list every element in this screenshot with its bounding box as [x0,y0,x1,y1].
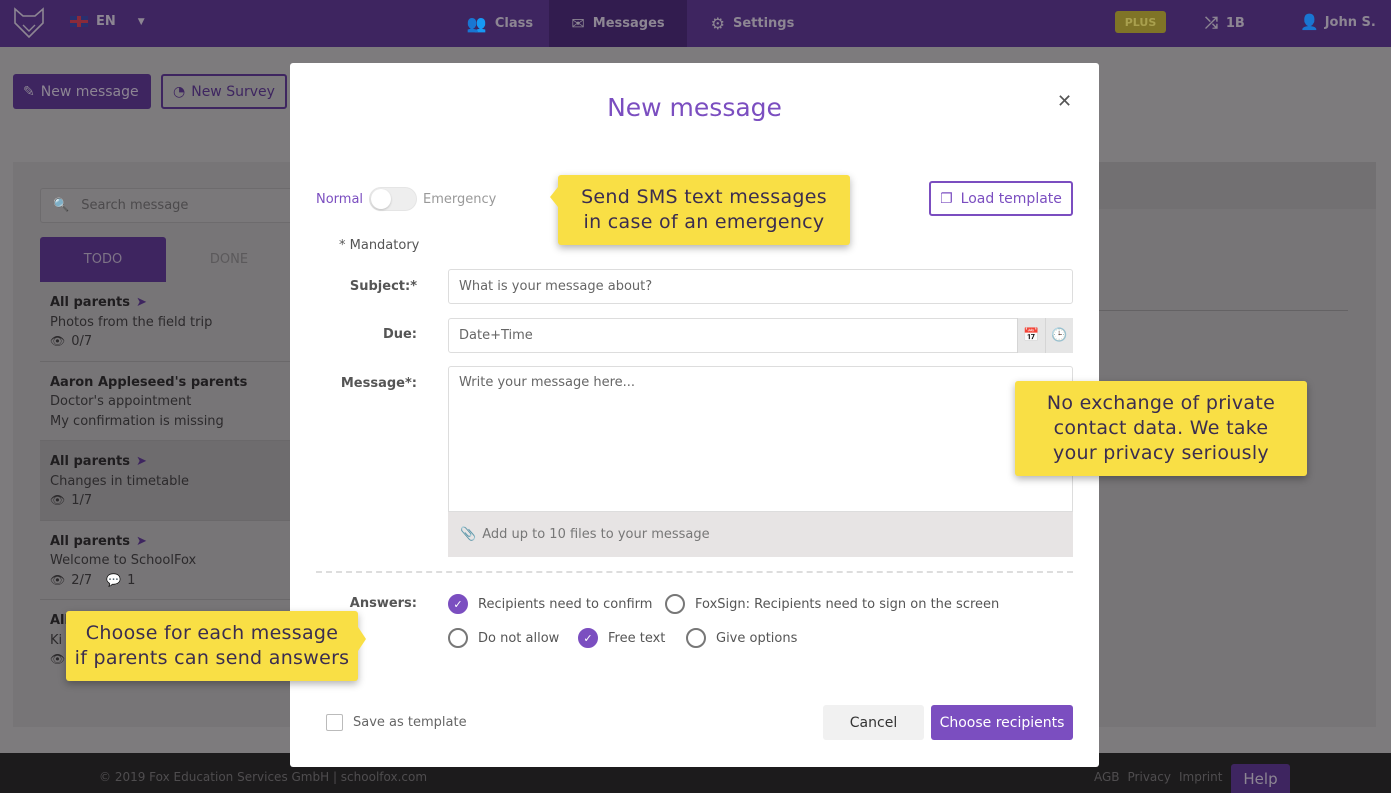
subject-label: Subject:* [349,279,417,294]
mandatory-note: * Mandatory [339,238,420,253]
option-foxsign[interactable]: FoxSign: Recipients need to sign on the … [665,594,999,614]
clock-icon[interactable]: 🕒 [1045,318,1073,353]
new-survey-button[interactable]: ◔ New Survey [161,74,287,109]
load-template-button[interactable]: ❐ Load template [929,181,1073,216]
check-icon: ✓ [448,594,468,614]
edit-icon: ✎ [23,83,35,100]
footer-link-imprint[interactable]: Imprint [1179,770,1222,784]
emergency-toggle[interactable] [369,187,418,211]
footer-link-agb[interactable]: AGB [1094,770,1120,784]
help-button[interactable]: Help [1231,764,1290,793]
modal-title: New message [607,93,782,122]
close-icon[interactable]: ✕ [1057,91,1072,112]
class-switcher[interactable]: ⤮ 1B [1205,13,1245,33]
tab-todo[interactable]: TODO [40,237,166,282]
plus-badge[interactable]: PLUS [1115,11,1166,33]
message-tabs: TODO DONE [40,237,300,282]
option-recipients-confirm[interactable]: ✓ Recipients need to confirm [448,594,652,614]
toggle-knob [371,189,392,209]
list-item[interactable]: All parents ➤ Photos from the field trip … [40,282,300,362]
nav-tab-messages[interactable]: ✉ Messages [549,0,687,47]
search-message-input[interactable]: 🔍 Search message [40,188,300,223]
sent-arrow-icon: ➤ [136,454,147,469]
paperclip-icon: 📎 [460,527,477,542]
radio-circle-icon [448,628,468,648]
nav-tab-class[interactable]: 👥 Class [450,0,550,47]
detail-header [1098,162,1376,209]
choose-recipients-button[interactable]: Choose recipients [931,705,1073,740]
option-free-text[interactable]: ✓ Free text [578,628,665,648]
emergency-toggle-row: Normal Emergency [316,187,496,211]
eye-icon: 👁 [50,572,66,587]
subject-input[interactable] [448,269,1073,304]
gear-icon: ⚙ [710,14,725,33]
uk-flag-icon [70,16,88,27]
callout-sms: Send SMS text messages in case of an eme… [550,175,850,245]
new-message-modal: New message ✕ Normal Emergency ❐ Load te… [290,63,1099,767]
option-do-not-allow[interactable]: Do not allow [448,628,559,648]
pie-chart-icon: ◔ [173,83,186,100]
due-label: Due: [382,327,417,342]
checkbox[interactable] [326,714,343,731]
user-icon: 👤 [1300,13,1319,31]
radio-circle-icon [665,594,685,614]
shuffle-icon: ⤮ [1205,13,1218,32]
language-selector[interactable]: EN ▼ [70,14,145,29]
toggle-label-emergency: Emergency [423,191,497,207]
due-addons: 📅 🕒 [1017,318,1073,353]
toggle-label-normal: Normal [316,191,364,207]
user-menu[interactable]: 👤 John S. [1300,13,1376,31]
option-give-options[interactable]: Give options [686,628,797,648]
eye-icon: 👁 [50,334,66,348]
nav-tab-settings[interactable]: ⚙ Settings [700,0,805,47]
sent-arrow-icon: ➤ [136,533,147,549]
copyright: © 2019 Fox Education Services GmbH | sch… [99,770,428,784]
footer-link-privacy[interactable]: Privacy [1128,770,1171,784]
eye-icon: 👁 [50,493,66,507]
radio-circle-icon [686,628,706,648]
comment-icon: 💬 [106,572,122,587]
due-input[interactable] [448,318,1073,353]
language-label: EN [96,14,116,29]
tab-done[interactable]: DONE [166,237,292,282]
attach-files-button[interactable]: 📎 Add up to 10 files to your message [448,512,1073,557]
list-item[interactable]: Aaron Appleseed's parents Doctor's appoi… [40,362,300,441]
list-item[interactable]: All parents ➤ Welcome to SchoolFox 👁 2/7 💬 1 [40,521,300,600]
message-textarea[interactable] [448,366,1073,512]
callout-privacy: No exchange of private contact data. We … [1015,381,1307,476]
callout-answers: Choose for each message if parents can s… [66,611,366,681]
top-navbar: EN ▼ 👥 Class ✉ Messages ⚙ Settings PLUS … [0,0,1391,47]
save-as-template[interactable]: Save as template [326,714,467,731]
fox-logo-icon[interactable] [12,7,46,39]
users-icon: 👥 [466,14,487,33]
eye-icon: 👁 [50,652,66,666]
sent-arrow-icon: ➤ [136,295,147,310]
footer-links: AGB Privacy Imprint [1094,770,1222,784]
envelope-icon: ✉ [571,14,585,33]
calendar-icon[interactable]: 📅 [1017,318,1045,353]
check-icon: ✓ [578,628,598,648]
answers-label: Answers: [349,596,417,611]
copy-icon: ❐ [940,190,953,207]
search-icon: 🔍 [53,198,70,213]
divider [316,571,1073,573]
new-message-button[interactable]: ✎ New message [13,74,151,109]
chevron-down-icon: ▼ [137,16,145,27]
cancel-button[interactable]: Cancel [823,705,924,740]
list-item[interactable]: All parents ➤ Changes in timetable 👁 1/7 [40,441,300,521]
divider [1098,310,1348,311]
message-label: Message*: [340,376,417,391]
